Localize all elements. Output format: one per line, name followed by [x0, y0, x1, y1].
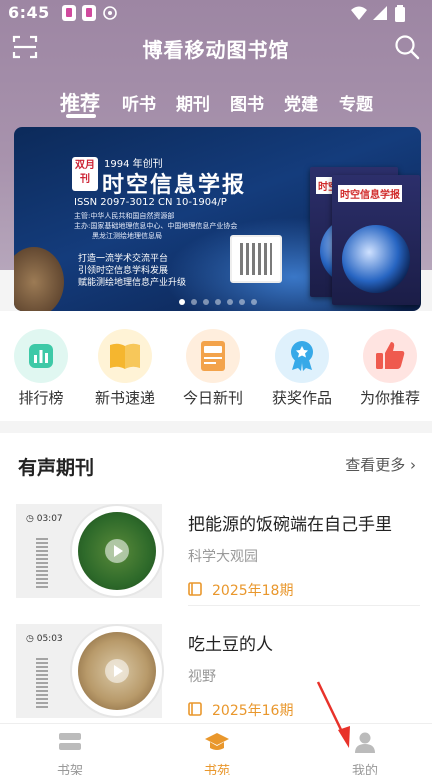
item-title: 把能源的饭碗端在自己手里 [188, 515, 392, 535]
quick-link-label: 获奖作品 [271, 389, 332, 407]
divider [188, 605, 420, 606]
ranking-icon [14, 329, 68, 383]
banner-title: 时空信息学报 [102, 173, 247, 198]
duration-label: ◷ 03:07 [26, 514, 63, 524]
nav-library[interactable]: 书苑 [172, 730, 262, 775]
duration-label: ◷ 05:03 [26, 634, 63, 644]
view-more-label: 查看更多 [345, 456, 406, 474]
carousel-dot[interactable] [178, 299, 185, 305]
tab-party-building[interactable]: 党建 [284, 90, 318, 115]
annotation-arrow-icon [316, 681, 350, 748]
cover-title: 时空信息学报 [338, 185, 402, 202]
status-time: 6:45 [8, 3, 50, 22]
carousel-dot[interactable] [190, 299, 197, 305]
view-more-link[interactable]: 查看更多 › [345, 454, 416, 475]
status-bar: 6:45 [0, 0, 432, 26]
tab-audiobooks[interactable]: 听书 [122, 90, 156, 115]
waveform-icon [36, 656, 48, 708]
play-icon[interactable] [105, 539, 129, 563]
audio-thumbnail: ◷ 03:07 [16, 504, 162, 598]
nav-label: 书苑 [203, 764, 230, 775]
carousel-dot[interactable] [214, 299, 221, 305]
thumbs-up-icon [363, 329, 417, 383]
app-title: 博看移动图书馆 [142, 38, 290, 62]
settings-status-icon [103, 6, 117, 20]
quick-link-label: 为你推荐 [359, 389, 420, 407]
item-title: 吃土豆的人 [188, 635, 273, 655]
battery-icon [395, 5, 405, 22]
item-issue: 2025年18期 [212, 583, 294, 599]
active-tab-indicator [66, 114, 96, 118]
chevron-right-icon: › [410, 456, 416, 474]
book-icon [188, 582, 202, 596]
quick-link-awards[interactable]: 获奖作品 [258, 329, 346, 408]
award-icon [275, 329, 329, 383]
tab-magazines[interactable]: 期刊 [176, 90, 210, 115]
carousel-dot[interactable] [250, 299, 257, 305]
quick-link-recommend[interactable]: 为你推荐 [346, 329, 432, 408]
banner-sponsor: 主办:国家基础地理信息中心、中国地理信息产业协会 [74, 222, 238, 230]
promo-banner[interactable]: 双月刊 1994 年创刊 时空信息学报 ISSN 2097-3012 CN 10… [14, 127, 421, 311]
tab-topics[interactable]: 专题 [339, 90, 373, 115]
category-tabs: 推荐 听书 期刊 图书 党建 专题 [0, 84, 432, 120]
carousel-dots [14, 290, 421, 309]
list-item[interactable]: ◷ 05:03 吃土豆的人 视野 2025年16期 [0, 624, 432, 734]
qr-code [230, 235, 282, 283]
title-bar: 博看移动图书馆 [0, 28, 432, 68]
item-source: 科学大观园 [188, 549, 258, 565]
cover-earth-image [342, 225, 410, 293]
quick-links: 排行榜 新书速递 今日新刊 获奖作品 为你推荐 [0, 311, 432, 421]
section-title: 有声期刊 [18, 457, 95, 479]
audio-disc [72, 506, 162, 596]
banner-issn: ISSN 2097-3012 CN 10-1904/P [74, 197, 227, 208]
carousel-dot[interactable] [238, 299, 245, 305]
tab-recommend[interactable]: 推荐 [60, 87, 100, 116]
search-icon[interactable] [394, 34, 420, 60]
banner-slogan: 赋能测绘地理信息产业升级 [78, 278, 187, 288]
signal-icon [373, 6, 387, 20]
graduation-cap-icon [205, 733, 229, 750]
book-icon [188, 702, 202, 716]
nav-label: 我的 [351, 764, 378, 775]
new-magazine-icon [186, 329, 240, 383]
audio-magazines-section: 有声期刊 查看更多 › ◷ 03:07 把能源的饭碗端在自己手里 科学大观园 2… [0, 433, 432, 723]
item-issue: 2025年16期 [212, 703, 294, 719]
notification-app-icon [82, 5, 96, 21]
quick-link-label: 新书速递 [94, 389, 155, 407]
tab-books[interactable]: 图书 [230, 90, 264, 115]
quick-link-new-books[interactable]: 新书速递 [81, 329, 169, 408]
audio-disc [72, 626, 162, 716]
wifi-icon [351, 6, 367, 20]
magazine-cover: 时空信息学报 [332, 175, 420, 305]
bookshelf-icon [59, 733, 81, 750]
quick-link-ranking[interactable]: 排行榜 [0, 329, 85, 408]
quick-link-label: 排行榜 [18, 389, 64, 407]
quick-link-label: 今日新刊 [182, 389, 243, 407]
item-source: 视野 [188, 669, 216, 685]
quick-link-today-new[interactable]: 今日新刊 [169, 329, 257, 408]
nav-label: 书架 [56, 764, 83, 775]
carousel-dot[interactable] [202, 299, 209, 305]
carousel-dot[interactable] [226, 299, 233, 305]
play-icon[interactable] [105, 659, 129, 683]
list-item[interactable]: ◷ 03:07 把能源的饭碗端在自己手里 科学大观园 2025年18期 [0, 504, 432, 614]
app-root: 6:45 博看移动图书馆 推荐 听书 期刊 图书 党建 专题 双月刊 1994 … [0, 0, 432, 775]
bottom-nav: 书架 书苑 我的 [0, 723, 432, 775]
new-book-icon [98, 329, 152, 383]
banner-badge: 双月刊 [72, 157, 98, 191]
notification-app-icon [62, 5, 76, 21]
banner-sponsor: 主管:中华人民共和国自然资源部 [74, 212, 175, 220]
audio-thumbnail: ◷ 05:03 [16, 624, 162, 718]
waveform-icon [36, 536, 48, 588]
user-icon [355, 732, 375, 753]
banner-sponsor: 黑龙江测绘地理信息局 [92, 232, 162, 240]
nav-bookshelf[interactable]: 书架 [25, 730, 115, 775]
